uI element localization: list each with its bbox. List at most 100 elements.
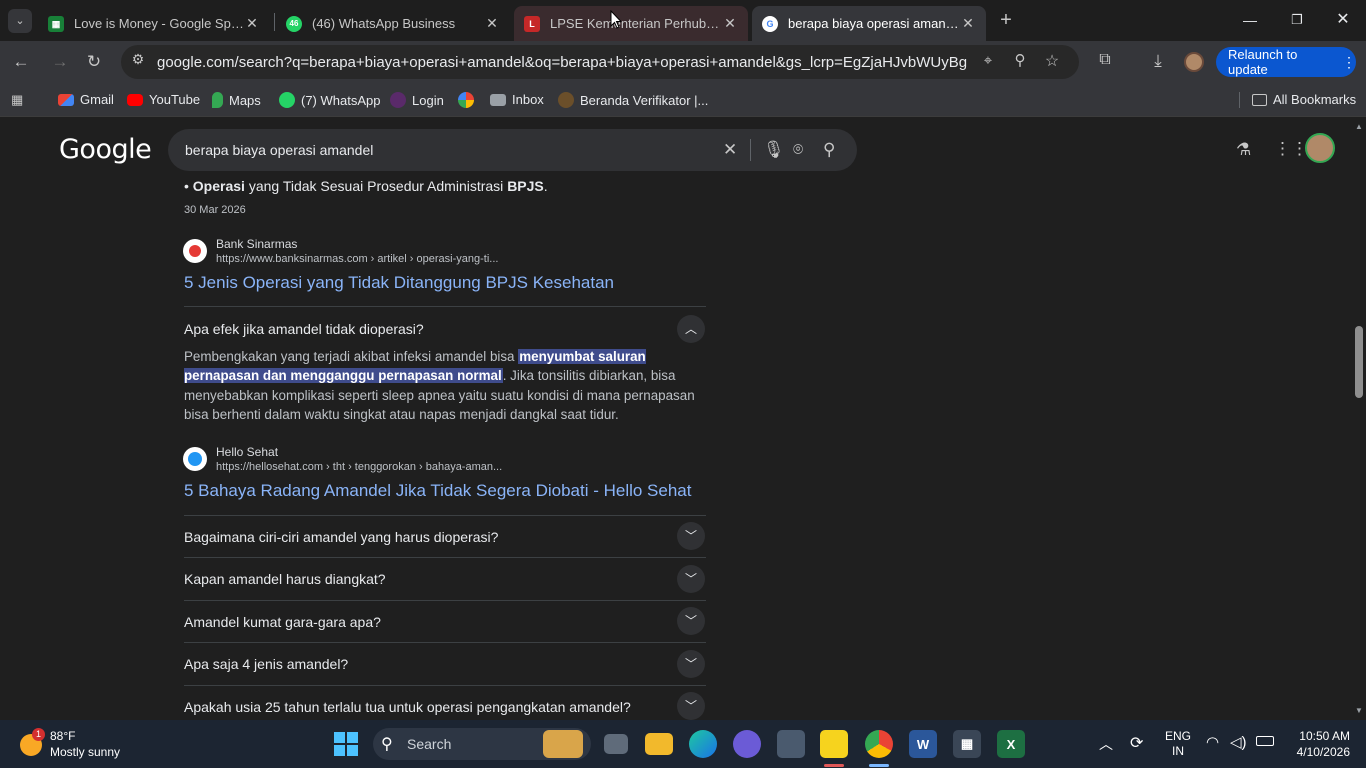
bookmark-whatsapp[interactable]: (7) WhatsApp — [279, 92, 380, 108]
sticky-notes-icon[interactable] — [820, 730, 848, 758]
chevron-up-icon[interactable]: ︿ — [1099, 734, 1113, 754]
result-source[interactable]: Bank Sinarmas — [216, 237, 297, 251]
camera-icon[interactable] — [777, 730, 805, 758]
site-info-icon[interactable]: ⚙ — [129, 51, 147, 68]
mouse-cursor-icon — [610, 10, 622, 29]
scroll-up-arrow-icon[interactable]: ▲ — [1355, 122, 1363, 131]
forward-icon[interactable]: → — [50, 52, 70, 72]
apps-grid-icon[interactable]: ▦ — [11, 92, 27, 108]
search-icon[interactable]: ⚲ — [823, 140, 835, 160]
result-title-link[interactable]: 5 Bahaya Radang Amandel Jika Tidak Seger… — [184, 481, 691, 501]
chevron-down-icon[interactable]: ﹀ — [677, 650, 705, 678]
microphone-icon[interactable]: 🎙 — [763, 140, 785, 160]
clock[interactable]: 10:50 AM 4/10/2026 — [1284, 728, 1350, 760]
scroll-thumb[interactable] — [1355, 326, 1363, 398]
snippet-date: 30 Mar 2026 — [184, 204, 246, 216]
result-title-link[interactable]: 5 Jenis Operasi yang Tidak Ditanggung BP… — [184, 273, 614, 293]
relaunch-button[interactable]: Relaunch to update ⋮ — [1216, 47, 1356, 77]
result-source[interactable]: Hello Sehat — [216, 445, 278, 459]
bookmark-inbox[interactable]: Inbox — [490, 92, 544, 107]
bookmark-login[interactable]: Login — [390, 92, 444, 108]
bookmark-label: YouTube — [149, 92, 201, 107]
scroll-down-arrow-icon[interactable]: ▼ — [1355, 706, 1363, 715]
result-url[interactable]: https://www.banksinarmas.com › artikel ›… — [216, 253, 498, 265]
close-tab-icon[interactable]: ✕ — [722, 15, 738, 32]
tab-spreadsheet[interactable]: ▦ Love is Money - Google Spread ✕ — [38, 6, 270, 41]
profile-avatar[interactable] — [1184, 52, 1204, 72]
address-bar[interactable]: ⚙ google.com/search?q=berapa+biaya+opera… — [121, 45, 1079, 79]
bookmark-photos[interactable] — [458, 92, 480, 108]
menu-dots-icon[interactable]: ⋮ — [1342, 54, 1356, 71]
tab-whatsapp[interactable]: 46 (46) WhatsApp Business ✕ — [276, 6, 510, 41]
sync-icon[interactable]: ⟳ — [1130, 733, 1143, 753]
tab-google-search[interactable]: G berapa biaya operasi amandel - ✕ — [752, 6, 986, 41]
all-bookmarks[interactable]: All Bookmarks — [1252, 92, 1356, 107]
labs-icon[interactable]: ⚗ — [1236, 140, 1251, 160]
minimize-button[interactable]: — — [1236, 6, 1264, 34]
toolbar: ← → ↻ ⚙ google.com/search?q=berapa+biaya… — [0, 41, 1366, 83]
file-explorer-icon[interactable] — [645, 733, 673, 755]
app-icon-purple[interactable] — [733, 730, 761, 758]
wifi-icon[interactable]: ◠ — [1206, 733, 1219, 751]
answer-text: Pembengkakan yang terjadi akibat infeksi… — [184, 349, 519, 364]
close-tab-icon[interactable]: ✕ — [960, 15, 976, 32]
faq-question[interactable]: Kapan amandel harus diangkat? — [184, 571, 386, 587]
search-highlight-icon — [543, 730, 583, 758]
bookmark-gmail[interactable]: Gmail — [58, 92, 114, 107]
faq-question[interactable]: Apa efek jika amandel tidak dioperasi? — [184, 321, 424, 337]
account-avatar[interactable] — [1305, 133, 1335, 163]
task-view-icon[interactable] — [604, 734, 628, 754]
tab-title: (46) WhatsApp Business — [312, 16, 456, 31]
search-divider — [750, 139, 751, 161]
back-icon[interactable]: ← — [11, 52, 31, 72]
faq-question[interactable]: Bagaimana ciri-ciri amandel yang harus d… — [184, 529, 498, 545]
reload-icon[interactable]: ↻ — [84, 52, 104, 72]
snippet-bullet: • Operasi yang Tidak Sesuai Prosedur Adm… — [184, 178, 548, 194]
bookmark-beranda[interactable]: Beranda Verifikator |... — [558, 92, 708, 108]
weather-widget[interactable]: 1 88°F Mostly sunny — [18, 728, 148, 762]
new-tab-button[interactable]: + — [994, 8, 1018, 32]
language-indicator[interactable]: ENG IN — [1164, 729, 1192, 759]
close-tab-icon[interactable]: ✕ — [244, 15, 260, 32]
zoom-icon[interactable]: ⚲ — [1011, 51, 1029, 69]
volume-icon[interactable]: ◁) — [1230, 733, 1247, 751]
calculator-icon[interactable]: ▦ — [953, 730, 981, 758]
close-tab-icon[interactable]: ✕ — [484, 15, 500, 32]
chevron-up-icon[interactable]: ︿ — [677, 315, 705, 343]
language-region: IN — [1172, 744, 1184, 758]
chevron-down-icon[interactable]: ﹀ — [677, 607, 705, 635]
chevron-down-icon[interactable]: ﹀ — [677, 565, 705, 593]
google-apps-icon[interactable]: ⋮⋮ — [1274, 139, 1308, 159]
page-scrollbar[interactable]: ▲ ▼ — [1352, 118, 1366, 720]
globe-icon — [558, 92, 574, 108]
faq-question[interactable]: Apa saja 4 jenis amandel? — [184, 656, 348, 672]
battery-icon[interactable] — [1256, 736, 1274, 746]
chevron-down-icon[interactable]: ﹀ — [677, 692, 705, 720]
clear-icon[interactable]: ✕ — [723, 140, 737, 160]
bookmark-maps[interactable]: Maps — [212, 92, 261, 108]
word-icon[interactable]: W — [909, 730, 937, 758]
result-url[interactable]: https://hellosehat.com › tht › tenggorok… — [216, 461, 502, 473]
google-logo[interactable]: Google — [59, 134, 152, 165]
downloads-icon[interactable]: ⤓ — [1147, 51, 1169, 71]
faq-question[interactable]: Amandel kumat gara-gara apa? — [184, 614, 381, 630]
faq-question[interactable]: Apakah usia 25 tahun terlalu tua untuk o… — [184, 699, 631, 715]
edge-icon[interactable] — [689, 730, 717, 758]
extensions-icon[interactable]: ⧉ — [1094, 51, 1116, 69]
windows-start-icon[interactable] — [334, 732, 358, 756]
close-window-button[interactable]: ✕ — [1329, 6, 1357, 34]
tab-search-button[interactable]: ⌄ — [8, 9, 32, 33]
excel-icon[interactable]: X — [997, 730, 1025, 758]
tab-lpse[interactable]: L LPSE Kementerian Perhubungan ✕ — [514, 6, 748, 41]
bookmark-star-icon[interactable]: ☆ — [1043, 51, 1061, 71]
chrome-icon[interactable] — [865, 730, 893, 758]
location-icon[interactable]: ⌖ — [979, 52, 997, 69]
taskbar-search[interactable]: ⚲ Search — [373, 728, 591, 760]
chevron-down-icon[interactable]: ﹀ — [677, 522, 705, 550]
bookmark-youtube[interactable]: YouTube — [127, 92, 200, 107]
restore-button[interactable]: ❐ — [1283, 6, 1311, 34]
search-box[interactable]: berapa biaya operasi amandel ✕ 🎙 ⌾ ⚲ — [168, 129, 857, 171]
lens-icon[interactable]: ⌾ — [793, 140, 803, 160]
search-input[interactable]: berapa biaya operasi amandel — [185, 142, 373, 158]
url-text[interactable]: google.com/search?q=berapa+biaya+operasi… — [157, 54, 967, 71]
